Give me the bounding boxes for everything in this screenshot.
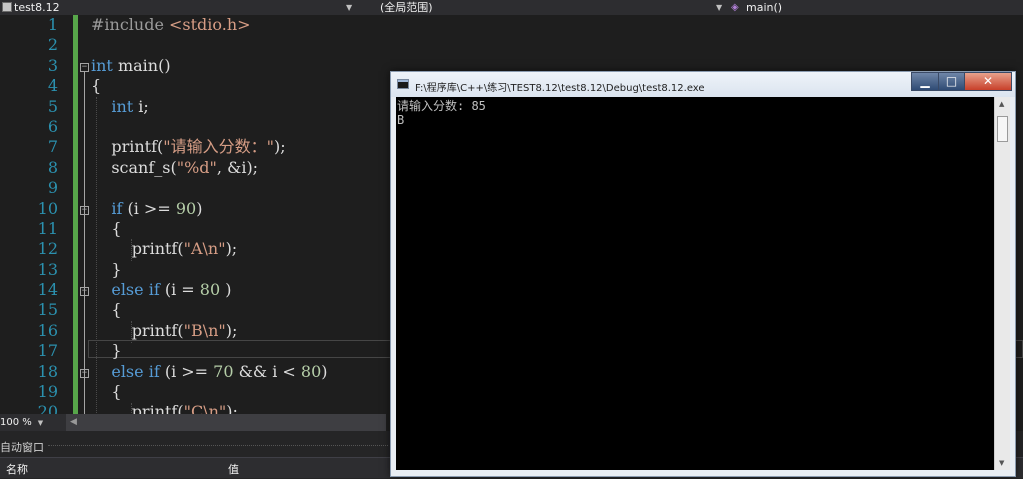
autos-panel-title[interactable]: 自动窗口 [0, 439, 44, 455]
code-line-7: printf("请输入分数："); [111, 137, 286, 157]
line-number: 17 [37, 341, 58, 361]
console-vertical-scrollbar[interactable]: ▲ ▼ [994, 97, 1010, 470]
code-line-10: if (i >= 90) [111, 198, 203, 218]
line-number-gutter: 1 2 3 4 5 6 7 8 9 10 11 12 13 14 15 16 17 18 19 20 [0, 15, 58, 421]
console-title-bar[interactable]: F:\程序库\C++\练习\TEST8.12\test8.12\Debug\te… [391, 72, 1015, 97]
code-line-11: { [111, 218, 122, 238]
console-output-area[interactable]: 请输入分数: 85 B [396, 97, 994, 470]
scroll-down-icon[interactable]: ▼ [999, 459, 1004, 467]
line-number: 11 [37, 218, 58, 238]
line-number: 6 [47, 116, 58, 136]
code-line-8: scanf_s("%d", &i); [111, 157, 259, 177]
console-app-icon[interactable] [397, 79, 409, 89]
zoom-dropdown[interactable]: 100 % ▼ [0, 414, 66, 431]
code-line-15: { [111, 300, 122, 320]
line-number: 14 [37, 280, 58, 300]
line-number: 4 [47, 76, 58, 96]
scope-dropdown-arrow-icon[interactable]: ▼ [716, 0, 722, 15]
fold-collapse-icon[interactable]: − [80, 63, 89, 72]
scrollbar-thumb[interactable] [997, 116, 1008, 142]
project-dropdown[interactable]: test8.12 [0, 0, 360, 15]
console-output: 请输入分数: 85 B [397, 99, 486, 127]
line-number: 8 [47, 157, 58, 177]
line-number: 12 [37, 239, 58, 259]
code-line-14: else if (i = 80 ) [111, 280, 232, 300]
console-window[interactable]: F:\程序库\C++\练习\TEST8.12\test8.12\Debug\te… [390, 71, 1016, 477]
code-line-5: int i; [111, 96, 149, 116]
code-area[interactable]: #include <stdio.h> int main() { int i; p… [91, 15, 328, 423]
line-number: 2 [47, 35, 58, 55]
line-number: 3 [47, 55, 58, 75]
minimize-button[interactable]: ▁ [911, 72, 939, 91]
line-number: 19 [37, 382, 58, 402]
fold-collapse-icon[interactable]: − [80, 206, 89, 215]
line-number: 5 [47, 96, 58, 116]
scroll-up-icon[interactable]: ▲ [999, 100, 1004, 108]
change-tracking-bar [73, 15, 78, 415]
console-title: F:\程序库\C++\练习\TEST8.12\test8.12\Debug\te… [415, 83, 705, 94]
close-button[interactable]: ✕ [964, 72, 1012, 91]
project-icon [2, 2, 12, 12]
line-number: 9 [47, 178, 58, 198]
code-line-19: { [111, 382, 122, 402]
project-name: test8.12 [14, 1, 60, 14]
console-output-line-2: B [397, 113, 405, 127]
project-dropdown-arrow-icon[interactable]: ▼ [346, 0, 352, 15]
zoom-dropdown-arrow-icon[interactable]: ▼ [38, 419, 43, 427]
zoom-level: 100 % [0, 417, 32, 428]
line-number: 1 [47, 15, 58, 34]
panel-title-divider [48, 445, 388, 446]
code-line-18: else if (i >= 70 && i < 80) [111, 361, 328, 381]
code-line-13: } [111, 259, 122, 279]
fold-collapse-icon[interactable]: − [80, 287, 89, 296]
code-line-4: { [91, 76, 102, 96]
line-number: 7 [47, 137, 58, 157]
scroll-left-icon[interactable]: ◀ [70, 417, 77, 427]
line-number: 10 [37, 198, 58, 218]
code-line-1: #include <stdio.h> [91, 15, 251, 34]
fold-collapse-icon[interactable]: − [80, 369, 89, 378]
line-number: 18 [37, 361, 58, 381]
function-dropdown[interactable]: main() [746, 0, 782, 15]
code-line-17: } [111, 341, 122, 361]
line-number: 15 [37, 300, 58, 320]
column-header-value[interactable]: 值 [228, 461, 239, 477]
code-line-3: int main() [91, 55, 171, 75]
line-number: 16 [37, 320, 58, 340]
code-line-12: printf("A\n"); [131, 239, 238, 259]
line-number: 13 [37, 259, 58, 279]
method-cube-icon: ◈ [731, 2, 739, 13]
console-output-line-1: 请输入分数: 85 [397, 99, 486, 113]
scope-dropdown[interactable]: (全局范围) [380, 0, 433, 15]
navigation-bar: test8.12 ▼ (全局范围) ▼ ◈ main() [0, 0, 1023, 15]
horizontal-scrollbar[interactable]: ◀ [66, 414, 386, 431]
code-line-16: printf("B\n"); [131, 320, 238, 340]
maximize-button[interactable]: □ [938, 72, 965, 91]
column-header-name[interactable]: 名称 [6, 461, 28, 477]
